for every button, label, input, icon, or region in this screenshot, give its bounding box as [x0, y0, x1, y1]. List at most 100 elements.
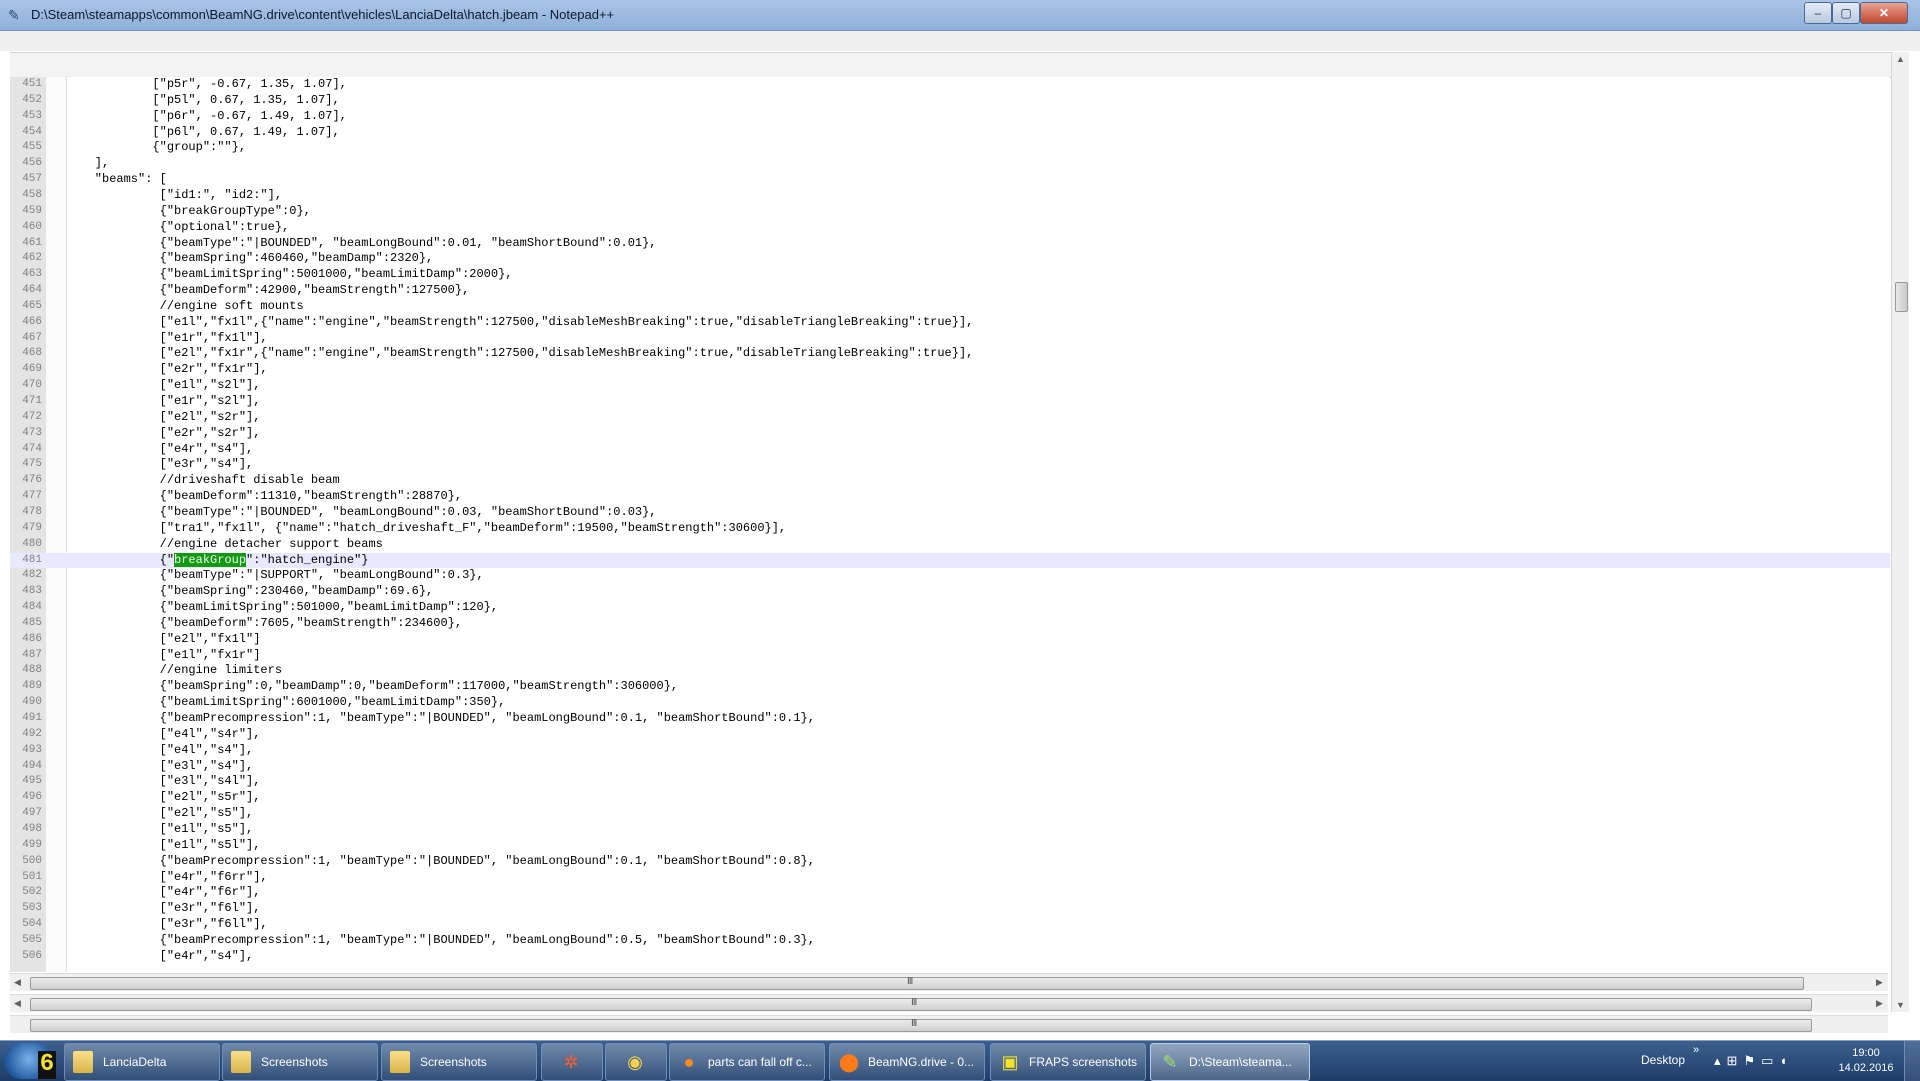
vertical-scrollbar[interactable]: ▲ ▼ — [1891, 52, 1909, 1012]
code-line[interactable]: 474 ["e4r","s4"], — [10, 442, 1890, 458]
code-line[interactable]: 477 {"beamDeform":11310,"beamStrength":2… — [10, 489, 1890, 505]
code-line[interactable]: 478 {"beamType":"|BOUNDED", "beamLongBou… — [10, 505, 1890, 521]
code-line[interactable]: 496 ["e2l","s5r"], — [10, 790, 1890, 806]
taskbar-item-screenshots-2[interactable]: Screenshots — [381, 1043, 537, 1081]
code-line[interactable]: 483 {"beamSpring":230460,"beamDamp":69.6… — [10, 584, 1890, 600]
code-line[interactable]: 463 {"beamLimitSpring":5001000,"beamLimi… — [10, 267, 1890, 283]
taskbar-item-fraps-screenshots[interactable]: ▣ FRAPS screenshots — [990, 1043, 1146, 1081]
taskbar-item-screenshots-1[interactable]: Screenshots — [222, 1043, 378, 1081]
code-line[interactable]: 467 ["e1r","fx1l"], — [10, 331, 1890, 347]
code-line[interactable]: 494 ["e3l","s4"], — [10, 759, 1890, 775]
code-text: //driveshaft disable beam — [66, 473, 340, 488]
notepadpp-app-icon[interactable]: ✎ — [8, 7, 24, 23]
taskbar-item-chrome[interactable]: ◉ — [605, 1043, 667, 1081]
scroll-up-arrow-icon[interactable]: ▲ — [1896, 54, 1905, 64]
code-line[interactable]: 462 {"beamSpring":460460,"beamDamp":2320… — [10, 251, 1890, 267]
code-line[interactable]: 490 {"beamLimitSpring":6001000,"beamLimi… — [10, 695, 1890, 711]
scroll-down-arrow-icon[interactable]: ▼ — [1896, 1000, 1905, 1010]
code-line[interactable]: 455 {"group":""}, — [10, 140, 1890, 156]
taskbar-item-lanciadelta[interactable]: LanciaDelta — [64, 1043, 220, 1081]
code-line[interactable]: 460 {"optional":true}, — [10, 220, 1890, 236]
code-line[interactable]: 454 ["p6l", 0.67, 1.49, 1.07], — [10, 125, 1890, 141]
line-number: 484 — [22, 601, 42, 614]
show-desktop-button[interactable] — [1904, 1041, 1920, 1081]
system-tray[interactable]: ▴⊞⚑▭◖ — [1714, 1053, 1793, 1069]
toolbar-chevron-icon[interactable]: » — [1693, 1044, 1699, 1056]
code-line[interactable]: 482 {"beamType":"|SUPPORT", "beamLongBou… — [10, 568, 1890, 584]
code-line[interactable]: 502 ["e4r","f6r"], — [10, 885, 1890, 901]
code-line[interactable]: 466 ["e1l","fx1l",{"name":"engine","beam… — [10, 315, 1890, 331]
close-button[interactable]: ✕ — [1860, 2, 1908, 24]
code-line[interactable]: 451 ["p5r", -0.67, 1.35, 1.07], — [10, 77, 1890, 93]
code-line[interactable]: 480 //engine detacher support beams — [10, 537, 1890, 553]
code-line[interactable]: 505 {"beamPrecompression":1, "beamType":… — [10, 933, 1890, 949]
code-text: ], — [66, 156, 110, 171]
scroll-left-arrow-icon[interactable]: ◀ — [14, 977, 21, 988]
code-line[interactable]: 470 ["e1l","s2l"], — [10, 378, 1890, 394]
code-line[interactable]: 503 ["e3r","f6l"], — [10, 901, 1890, 917]
outer-horizontal-scrollbar[interactable]: III — [10, 1015, 1888, 1033]
code-line[interactable]: 498 ["e1l","s5"], — [10, 822, 1890, 838]
code-line[interactable]: 459 {"breakGroupType":0}, — [10, 204, 1890, 220]
editor-horizontal-scroll-thumb[interactable]: III — [30, 976, 1804, 990]
code-line[interactable]: 484 {"beamLimitSpring":501000,"beamLimit… — [10, 600, 1890, 616]
code-line[interactable]: 465 //engine soft mounts — [10, 299, 1890, 315]
minimize-button[interactable]: – — [1804, 2, 1832, 24]
code-line[interactable]: 504 ["e3r","f6ll"], — [10, 917, 1890, 933]
code-line[interactable]: 468 ["e2l","fx1r",{"name":"engine","beam… — [10, 346, 1890, 362]
code-line[interactable]: 458 ["id1:", "id2:"], — [10, 188, 1890, 204]
vertical-scroll-thumb[interactable] — [1895, 282, 1908, 312]
code-line[interactable]: 495 ["e3l","s4l"], — [10, 774, 1890, 790]
code-line[interactable]: 452 ["p5l", 0.67, 1.35, 1.07], — [10, 93, 1890, 109]
code-text: {"beamLimitSpring":6001000,"beamLimitDam… — [66, 695, 506, 710]
clock[interactable]: 19:00 14.02.2016 — [1836, 1046, 1896, 1076]
code-line[interactable]: 471 ["e1r","s2l"], — [10, 394, 1890, 410]
code-line[interactable]: 456 ], — [10, 156, 1890, 172]
code-line[interactable]: 461 {"beamType":"|BOUNDED", "beamLongBou… — [10, 236, 1890, 252]
code-line[interactable]: 497 ["e2l","s5"], — [10, 806, 1890, 822]
code-line[interactable]: 486 ["e2l","fx1l"] — [10, 632, 1890, 648]
code-line[interactable]: 473 ["e2r","s2r"], — [10, 426, 1890, 442]
code-line[interactable]: 457 "beams": [ — [10, 172, 1890, 188]
code-line[interactable]: 493 ["e4l","s4"], — [10, 743, 1890, 759]
scroll-left-arrow-icon[interactable]: ◀ — [14, 998, 21, 1009]
scroll-right-arrow-icon[interactable]: ▶ — [1876, 977, 1883, 988]
code-line[interactable]: 487 ["e1l","fx1r"] — [10, 648, 1890, 664]
code-line[interactable]: 475 ["e3r","s4"], — [10, 457, 1890, 473]
code-line[interactable]: 492 ["e4l","s4r"], — [10, 727, 1890, 743]
windows-flag-icon[interactable]: ⊞ — [1727, 1053, 1744, 1068]
maximize-button[interactable]: ▢ — [1832, 2, 1860, 24]
outer-horizontal-scroll-thumb[interactable]: III — [30, 1018, 1812, 1032]
code-line[interactable]: 501 ["e4r","f6rr"], — [10, 870, 1890, 886]
editor-horizontal-scrollbar[interactable]: ◀ III ▶ — [10, 973, 1888, 991]
code-line[interactable]: 499 ["e1l","s5l"], — [10, 838, 1890, 854]
secondary-horizontal-scroll-thumb[interactable]: III — [30, 997, 1812, 1011]
code-line[interactable]: 453 ["p6r", -0.67, 1.49, 1.07], — [10, 109, 1890, 125]
volume-icon[interactable]: ◖ — [1779, 1053, 1793, 1068]
desktop-toolbar-label[interactable]: Desktop — [1641, 1053, 1685, 1067]
taskbar-item-firefox[interactable]: ● parts can fall off c... — [669, 1043, 825, 1081]
code-line[interactable]: 489 {"beamSpring":0,"beamDamp":0,"beamDe… — [10, 679, 1890, 695]
taskbar-item-beamng[interactable]: ⬤ BeamNG.drive - 0... — [829, 1043, 985, 1081]
code-editor[interactable]: 451 ["p5r", -0.67, 1.35, 1.07], 452 ["p5l… — [10, 77, 1890, 972]
taskbar-item-notepadpp[interactable]: ✎ D:\Steam\steama... — [1150, 1043, 1310, 1081]
code-line[interactable]: 506 ["e4r","s4"], — [10, 949, 1890, 965]
scroll-right-arrow-icon[interactable]: ▶ — [1876, 998, 1883, 1009]
tray-expand-icon[interactable]: ▴ — [1714, 1053, 1727, 1068]
code-line[interactable]: 469 ["e2r","fx1r"], — [10, 362, 1890, 378]
code-line[interactable]: 472 ["e2l","s2r"], — [10, 410, 1890, 426]
code-line[interactable]: 491 {"beamPrecompression":1, "beamType":… — [10, 711, 1890, 727]
code-line[interactable]: 479 ["tra1","fx1l", {"name":"hatch_drive… — [10, 521, 1890, 537]
code-line[interactable]: 476 //driveshaft disable beam — [10, 473, 1890, 489]
code-line[interactable]: 485 {"beamDeform":7605,"beamStrength":23… — [10, 616, 1890, 632]
code-line[interactable]: 481 {"breakGroup":"hatch_engine"} — [10, 552, 1890, 569]
network-icon[interactable]: ▭ — [1761, 1053, 1779, 1068]
taskbar-item-fraps[interactable]: ✲ — [541, 1043, 603, 1081]
code-line[interactable]: 464 {"beamDeform":42900,"beamStrength":1… — [10, 283, 1890, 299]
line-number: 463 — [22, 268, 42, 281]
code-line[interactable]: 488 //engine limiters — [10, 663, 1890, 679]
code-text: ["e1l","fx1l",{"name":"engine","beamStre… — [66, 314, 974, 329]
code-line[interactable]: 500 {"beamPrecompression":1, "beamType":… — [10, 854, 1890, 870]
secondary-horizontal-scrollbar[interactable]: ◀ III ▶ — [10, 994, 1888, 1012]
action-center-flag-icon[interactable]: ⚑ — [1743, 1053, 1761, 1068]
